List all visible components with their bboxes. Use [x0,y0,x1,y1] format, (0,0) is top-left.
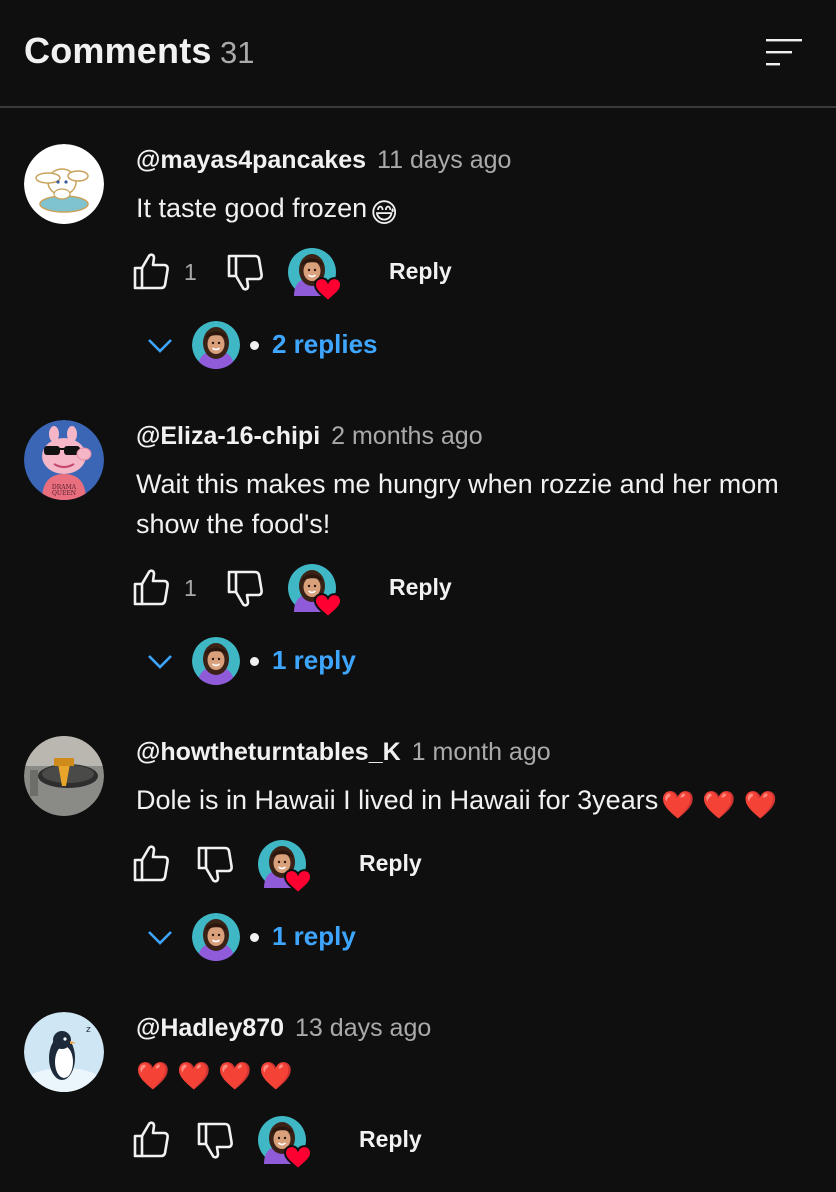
like-icon[interactable] [132,1120,170,1160]
heart-emojis: ❤️ ❤️ ❤️ [661,790,778,820]
view-replies-button[interactable]: 1 reply [140,635,540,687]
separator-dot [250,657,259,666]
comment-text: Wait this makes me hungry when rozzie an… [136,464,816,544]
drama-queen-badge-2: QUEEN [52,490,76,497]
comment-author[interactable]: @Hadley870 [136,1014,284,1042]
comment-actions: 1 Reply [132,248,832,302]
creator-heart-icon [288,564,342,618]
comment-meta: @Eliza-16-chipi 2 months ago [136,422,483,451]
replies-count: 2 replies [272,329,378,359]
sort-icon[interactable] [764,36,804,68]
creator-avatar [192,913,240,961]
view-replies-button[interactable]: 2 replies [140,319,540,371]
comment-body: ❤️ ❤️ ❤️ ❤️ [136,1061,293,1091]
comment-actions: 1 Reply [132,564,832,618]
comment-body: It taste good frozen [136,193,368,223]
replies-count: 1 reply [272,645,356,675]
creator-avatar [192,637,240,685]
comments-count: 31 [220,35,255,70]
like-icon[interactable] [132,568,170,608]
comments-header: Comments 31 [0,0,836,108]
like-icon[interactable] [132,252,170,292]
avatar[interactable] [24,144,104,224]
separator-dot [250,933,259,942]
like-count: 1 [184,259,197,285]
view-replies-button[interactable]: 1 reply [140,911,540,963]
creator-avatar [192,321,240,369]
separator-dot [250,341,259,350]
like-count: 1 [184,575,197,601]
creator-heart-icon [288,248,342,302]
comment-actions: Reply [132,840,832,894]
comment-meta: @howtheturntables_K 1 month ago [136,738,551,767]
reply-button[interactable]: Reply [389,258,452,285]
avatar[interactable]: z [24,1012,104,1092]
comment-author[interactable]: @howtheturntables_K [136,738,401,766]
chevron-down-icon [148,655,172,669]
comments-title: Comments [24,30,212,71]
avatar[interactable] [24,736,104,816]
comment-time[interactable]: 13 days ago [295,1014,431,1042]
zzz-mark: z [86,1025,91,1035]
avatar[interactable]: DRAMA QUEEN [24,420,104,500]
dislike-icon[interactable] [226,252,264,292]
comment-actions: Reply [132,1116,832,1170]
reply-button[interactable]: Reply [359,1126,422,1153]
penguin-avatar: z [24,1012,104,1092]
creator-heart-icon [258,840,312,894]
turntable-avatar [24,736,104,816]
comment-time[interactable]: 2 months ago [331,422,483,450]
comment-author[interactable]: @mayas4pancakes [136,146,366,174]
dislike-icon[interactable] [196,844,234,884]
comment-text: Dole is in Hawaii I lived in Hawaii for … [136,780,816,825]
creator-heart-icon [258,1116,312,1170]
like-icon[interactable] [132,844,170,884]
dislike-icon[interactable] [196,1120,234,1160]
comment-body: Wait this makes me hungry when rozzie an… [136,469,779,539]
pig-drama-queen-avatar: DRAMA QUEEN [24,420,104,500]
comment-text: It taste good frozen 😅 [136,188,816,233]
comment-time[interactable]: 11 days ago [377,146,511,174]
comment-meta: @Hadley870 13 days ago [136,1014,431,1043]
comment-author[interactable]: @Eliza-16-chipi [136,422,320,450]
replies-count: 1 reply [272,921,356,951]
comment-time[interactable]: 1 month ago [412,738,551,766]
sweat-smile-emoji: 😅 [370,198,399,228]
reply-button[interactable]: Reply [359,850,422,877]
comment-body: Dole is in Hawaii I lived in Hawaii for … [136,785,659,815]
comment-meta: @mayas4pancakes 11 days ago [136,146,511,175]
reply-button[interactable]: Reply [389,574,452,601]
dislike-icon[interactable] [226,568,264,608]
cinnamoroll-avatar [24,144,104,224]
chevron-down-icon [148,931,172,945]
comment-text: ❤️ ❤️ ❤️ ❤️ [136,1056,816,1096]
chevron-down-icon [148,339,172,353]
